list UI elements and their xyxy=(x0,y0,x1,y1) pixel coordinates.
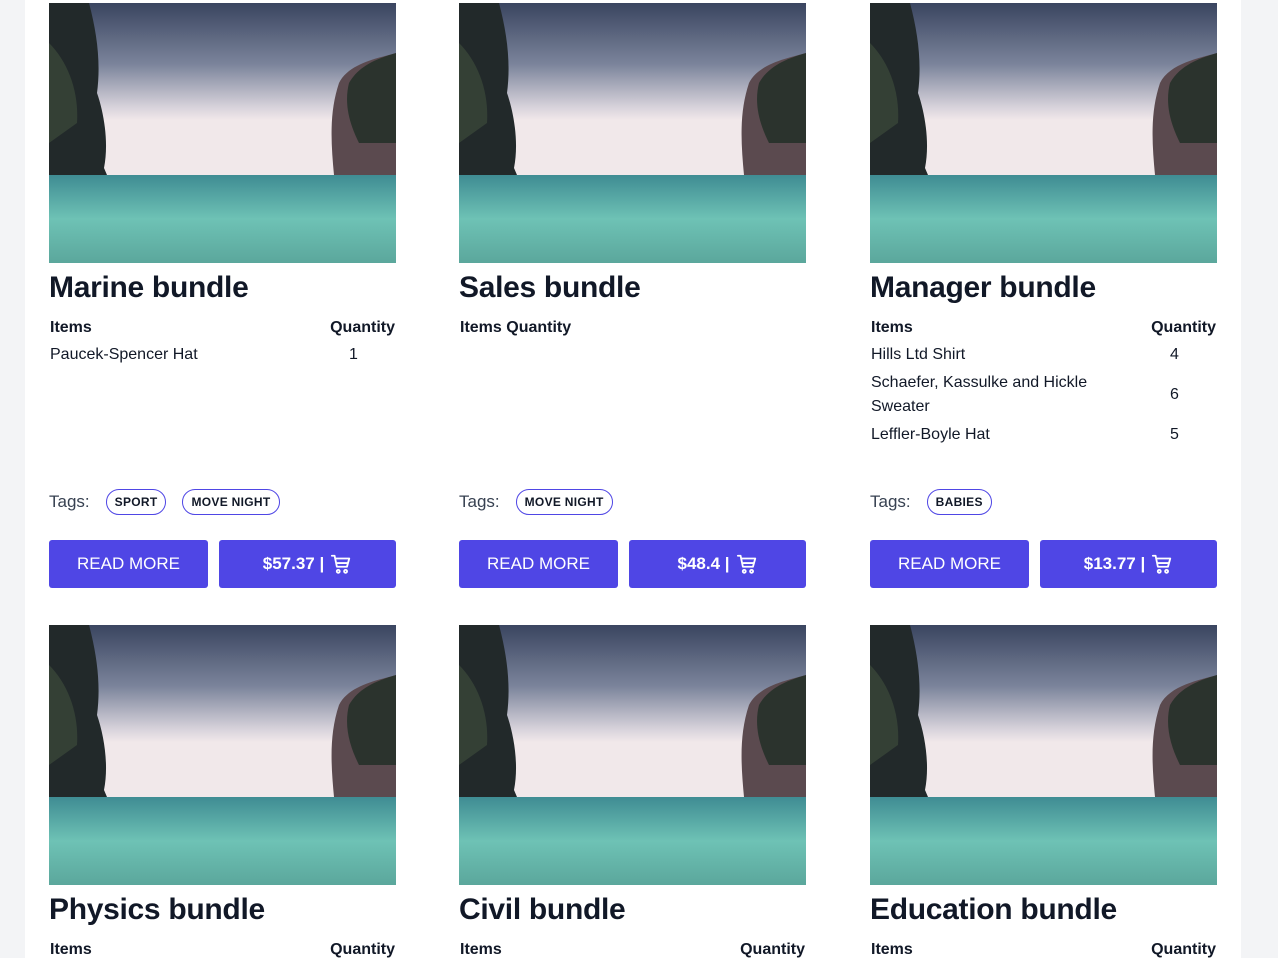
items-quantity-header: Items Quantity xyxy=(460,319,572,336)
bundle-image[interactable] xyxy=(49,625,396,885)
bundle-image[interactable] xyxy=(49,3,396,263)
bundle-title: Manager bundle xyxy=(870,271,1096,304)
item-quantity: 5 xyxy=(1169,426,1179,443)
items-header: Items xyxy=(871,319,913,336)
bundle-items-table: Items Quantity Hills Ltd Shirt 4 Schaefe… xyxy=(870,317,1217,449)
tags-row: Tags: SPORT MOVE NIGHT xyxy=(49,489,296,515)
add-to-cart-button[interactable]: $57.37 | xyxy=(219,540,396,588)
bundle-title: Civil bundle xyxy=(459,893,626,926)
price-label: $13.77 | xyxy=(1083,554,1146,573)
bundle-card: Physics bundle Items Quantity xyxy=(49,625,396,958)
bundle-items-table: Items Quantity xyxy=(459,939,806,958)
shopping-cart-icon xyxy=(736,553,758,575)
quantity-header: Quantity xyxy=(1151,941,1216,958)
bundle-title: Physics bundle xyxy=(49,893,265,926)
tags-row: Tags: MOVE NIGHT xyxy=(459,489,629,515)
quantity-header: Quantity xyxy=(1151,319,1216,336)
bundle-card: Sales bundle Items Quantity Tags: MOVE N… xyxy=(459,3,806,603)
read-more-button[interactable]: READ MORE xyxy=(870,540,1029,588)
bundle-items-table: Items Quantity xyxy=(870,939,1217,958)
price-label: $48.4 | xyxy=(677,554,730,573)
bundle-title: Education bundle xyxy=(870,893,1117,926)
bundle-image[interactable] xyxy=(459,625,806,885)
items-header: Items xyxy=(50,319,92,336)
items-header: Items xyxy=(50,941,92,958)
item-quantity: 6 xyxy=(1169,386,1179,403)
items-header: Items xyxy=(871,941,913,958)
item-quantity: 1 xyxy=(348,346,358,363)
tags-label: Tags: xyxy=(459,492,500,511)
bundle-title: Sales bundle xyxy=(459,271,641,304)
tag-badge[interactable]: SPORT xyxy=(105,489,167,515)
table-row: Paucek-Spencer Hat 1 xyxy=(49,341,396,369)
bundle-title: Marine bundle xyxy=(49,271,249,304)
item-quantity: 4 xyxy=(1169,346,1179,363)
tags-label: Tags: xyxy=(49,492,90,511)
add-to-cart-button[interactable]: $48.4 | xyxy=(629,540,806,588)
bundle-image[interactable] xyxy=(870,625,1217,885)
quantity-header: Quantity xyxy=(740,941,805,958)
tag-badge[interactable]: MOVE NIGHT xyxy=(182,489,280,515)
item-name: Schaefer, Kassulke and Hickle Sweater xyxy=(871,374,1088,415)
tags-row: Tags: BABIES xyxy=(870,489,1008,515)
bundle-card: Education bundle Items Quantity xyxy=(870,625,1217,958)
shopping-cart-icon xyxy=(330,553,352,575)
item-name: Paucek-Spencer Hat xyxy=(50,346,198,363)
add-to-cart-button[interactable]: $13.77 | xyxy=(1040,540,1217,588)
table-row: Leffler-Boyle Hat 5 xyxy=(870,421,1217,449)
tag-badge[interactable]: MOVE NIGHT xyxy=(515,489,613,515)
shopping-cart-icon xyxy=(1151,553,1173,575)
read-more-button[interactable]: READ MORE xyxy=(49,540,208,588)
items-header: Items xyxy=(460,941,502,958)
table-row: Schaefer, Kassulke and Hickle Sweater 6 xyxy=(870,369,1217,421)
bundle-items-table: Items Quantity xyxy=(49,939,396,958)
bundle-image[interactable] xyxy=(870,3,1217,263)
bundle-card: Marine bundle Items Quantity Paucek-Spen… xyxy=(49,3,396,603)
item-name: Leffler-Boyle Hat xyxy=(871,426,990,443)
bundle-card: Civil bundle Items Quantity xyxy=(459,625,806,958)
read-more-button[interactable]: READ MORE xyxy=(459,540,618,588)
price-label: $57.37 | xyxy=(262,554,325,573)
bundle-image[interactable] xyxy=(459,3,806,263)
table-row: Hills Ltd Shirt 4 xyxy=(870,341,1217,369)
tags-label: Tags: xyxy=(870,492,911,511)
quantity-header: Quantity xyxy=(330,319,395,336)
item-name: Hills Ltd Shirt xyxy=(871,346,966,363)
quantity-header: Quantity xyxy=(330,941,395,958)
bundle-card: Manager bundle Items Quantity Hills Ltd … xyxy=(870,3,1217,603)
tag-badge[interactable]: BABIES xyxy=(926,489,992,515)
bundle-items-table: Items Quantity xyxy=(459,317,806,341)
bundle-items-table: Items Quantity Paucek-Spencer Hat 1 xyxy=(49,317,396,369)
